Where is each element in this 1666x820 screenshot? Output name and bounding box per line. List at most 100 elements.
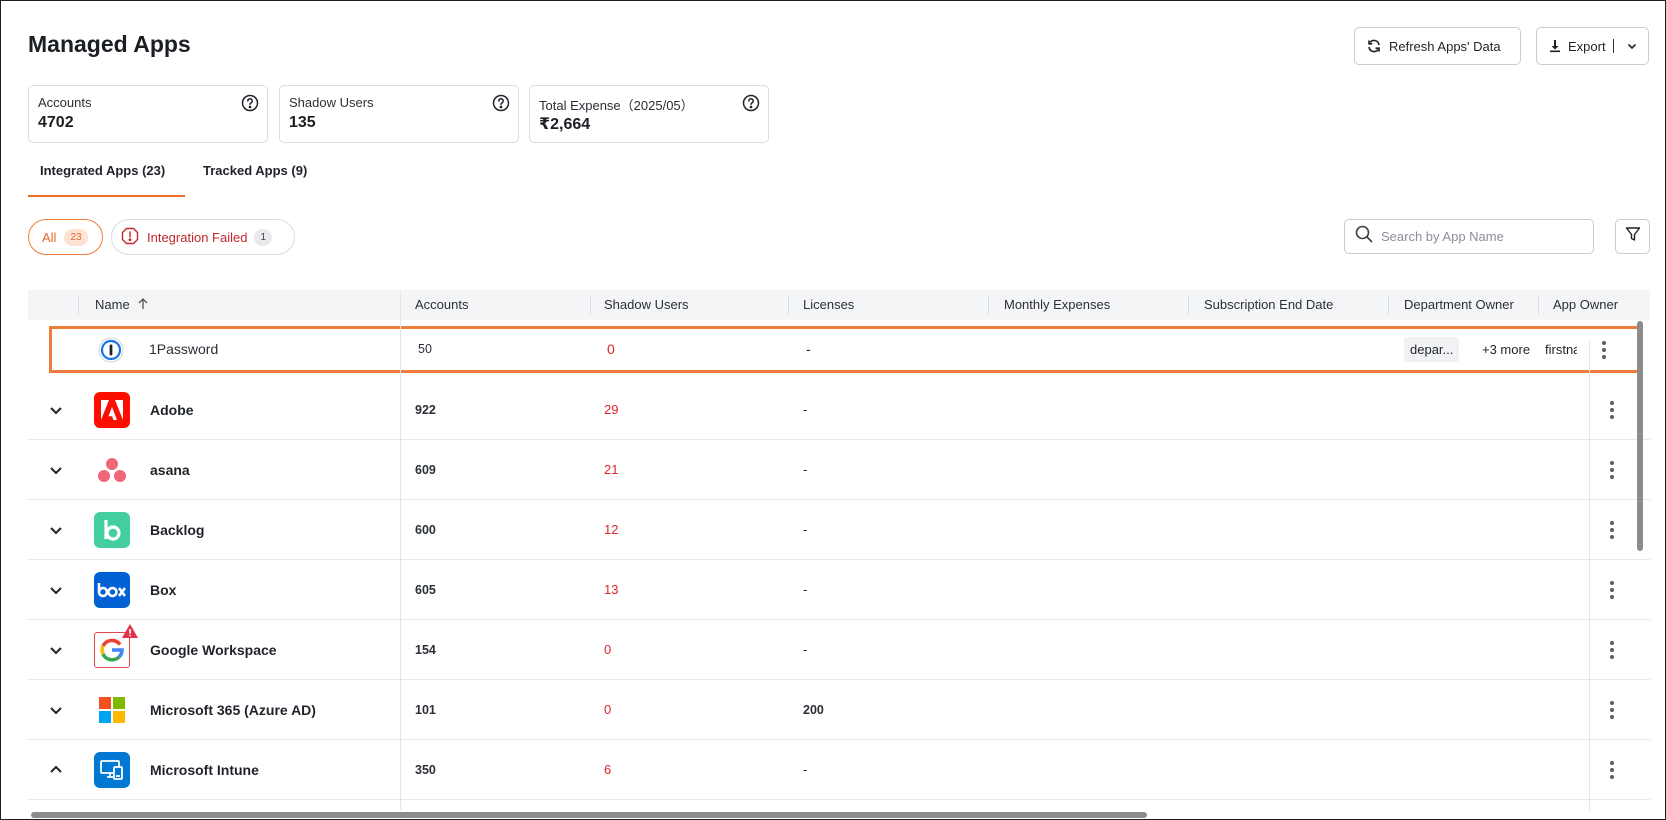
column-header-subscription-end-date[interactable]: Subscription End Date	[1204, 290, 1333, 320]
column-divider	[788, 296, 789, 314]
shadow-users-value[interactable]: 21	[604, 440, 618, 500]
shadow-users-value[interactable]: 12	[604, 500, 618, 560]
chevron-down-icon[interactable]	[47, 521, 65, 539]
app-name[interactable]: Microsoft 365 (Azure AD)	[150, 680, 316, 740]
column-divider	[78, 296, 79, 314]
row-actions-menu[interactable]	[1602, 400, 1622, 420]
stat-card-accounts: Accounts 4702	[28, 85, 268, 143]
accounts-value: 350	[415, 763, 436, 777]
app-name[interactable]: Google Workspace	[150, 620, 277, 680]
chevron-down-icon[interactable]	[47, 581, 65, 599]
column-header-name[interactable]: Name	[95, 290, 149, 320]
accounts-value: 609	[415, 463, 436, 477]
asana-icon	[94, 452, 130, 488]
stat-value: ₹2,664	[539, 116, 591, 133]
vertical-scrollbar[interactable]	[1637, 321, 1643, 551]
chevron-down-icon[interactable]	[47, 641, 65, 659]
row-actions-menu[interactable]	[1602, 640, 1622, 660]
filter-chip-all[interactable]: All 23	[28, 219, 103, 255]
1password-icon	[98, 337, 124, 368]
table-row[interactable]: Adobe 922 29 -	[28, 380, 1650, 440]
app-name[interactable]: 1Password	[149, 329, 218, 370]
search-box[interactable]	[1344, 219, 1594, 254]
table-row[interactable]: Microsoft 365 (Azure AD) 101 0 200	[28, 680, 1650, 740]
tab-integrated-apps[interactable]: Integrated Apps (23)	[28, 163, 185, 197]
accounts-value: 154	[415, 643, 436, 657]
stat-label: Accounts	[38, 95, 92, 110]
column-header-accounts[interactable]: Accounts	[415, 290, 468, 320]
shadow-users-value[interactable]: 6	[604, 740, 611, 800]
column-header-department-owner[interactable]: Department Owner	[1404, 290, 1514, 320]
accounts-value: 605	[415, 583, 436, 597]
licenses-value: -	[803, 582, 808, 597]
app-name[interactable]: Backlog	[150, 500, 204, 560]
licenses-value: -	[803, 522, 808, 537]
export-button[interactable]: Export	[1536, 27, 1649, 65]
row-actions-menu[interactable]	[1602, 760, 1622, 780]
sort-ascending-icon[interactable]	[137, 291, 149, 321]
warning-octagon-icon	[120, 226, 140, 249]
row-actions-menu[interactable]	[1602, 520, 1622, 540]
chevron-up-icon[interactable]	[47, 761, 65, 779]
stat-label: Shadow Users	[289, 95, 374, 110]
refresh-label: Refresh Apps' Data	[1389, 38, 1501, 54]
stat-card-shadow-users: Shadow Users 135	[279, 85, 519, 143]
table-row[interactable]: asana 609 21 -	[28, 440, 1650, 500]
accounts-value: 600	[415, 523, 436, 537]
stat-value: 135	[289, 114, 316, 131]
column-header-shadow-users[interactable]: Shadow Users	[604, 290, 689, 320]
row-actions-menu[interactable]	[1602, 700, 1622, 720]
help-icon[interactable]	[742, 94, 760, 117]
column-header-monthly-expenses[interactable]: Monthly Expenses	[1004, 290, 1110, 320]
search-input[interactable]	[1381, 229, 1581, 244]
accounts-value: 50	[418, 342, 432, 356]
tab-tracked-apps[interactable]: Tracked Apps (9)	[197, 163, 317, 197]
app-name[interactable]: Microsoft Intune	[150, 740, 259, 800]
download-icon	[1548, 39, 1562, 53]
accounts-value: 101	[415, 703, 436, 717]
chevron-down-icon[interactable]	[1626, 40, 1638, 52]
app-window: Managed Apps Refresh Apps' Data Export A…	[0, 0, 1666, 820]
filter-chip-integration-failed[interactable]: Integration Failed 1	[111, 219, 295, 255]
department-more-link[interactable]: +3 more	[1482, 329, 1530, 370]
app-name[interactable]: Adobe	[150, 380, 194, 440]
licenses-value: 200	[803, 703, 824, 717]
table-header: Name Accounts Shadow Users Licenses Mont…	[28, 290, 1650, 320]
export-divider	[1612, 39, 1614, 53]
chevron-down-icon[interactable]	[47, 461, 65, 479]
backlog-icon	[94, 512, 130, 548]
table-row[interactable]: Google Workspace 154 0 -	[28, 620, 1650, 680]
shadow-users-value[interactable]: 13	[604, 560, 618, 620]
shadow-users-value[interactable]: 0	[607, 329, 615, 370]
column-divider	[988, 296, 989, 314]
column-divider	[1388, 296, 1389, 314]
row-actions-menu[interactable]	[1594, 340, 1614, 360]
shadow-users-value[interactable]: 0	[604, 620, 611, 680]
filter-button[interactable]	[1615, 219, 1650, 254]
stat-label: Total Expense（2025/05）	[539, 98, 694, 113]
chevron-down-icon[interactable]	[47, 401, 65, 419]
shadow-users-value[interactable]: 0	[604, 680, 611, 740]
licenses-value: -	[803, 762, 808, 777]
row-actions-menu[interactable]	[1602, 580, 1622, 600]
department-owner-tag: depar...	[1404, 337, 1460, 362]
column-header-licenses[interactable]: Licenses	[803, 290, 854, 320]
table-row[interactable]: Backlog 600 12 -	[28, 500, 1650, 560]
accounts-value: 922	[415, 403, 436, 417]
stat-value: 4702	[38, 114, 74, 131]
shadow-users-value[interactable]: 29	[604, 380, 618, 440]
table-row[interactable]: Box 605 13 -	[28, 560, 1650, 620]
column-header-app-owner[interactable]: App Owner	[1553, 290, 1618, 320]
table-row[interactable]: Microsoft Intune 350 6 -	[28, 740, 1650, 800]
app-name[interactable]: Box	[150, 560, 176, 620]
count-badge: 23	[64, 228, 88, 246]
help-icon[interactable]	[492, 94, 510, 117]
row-actions-menu[interactable]	[1602, 460, 1622, 480]
refresh-apps-data-button[interactable]: Refresh Apps' Data	[1354, 27, 1521, 65]
chevron-down-icon[interactable]	[47, 701, 65, 719]
help-icon[interactable]	[241, 94, 259, 117]
column-divider	[1538, 296, 1539, 314]
app-name[interactable]: asana	[150, 440, 190, 500]
horizontal-scrollbar[interactable]	[31, 812, 1147, 818]
table-row-selected[interactable]: 1Password 50 0 - depar... +3 more firstn…	[49, 326, 1640, 373]
